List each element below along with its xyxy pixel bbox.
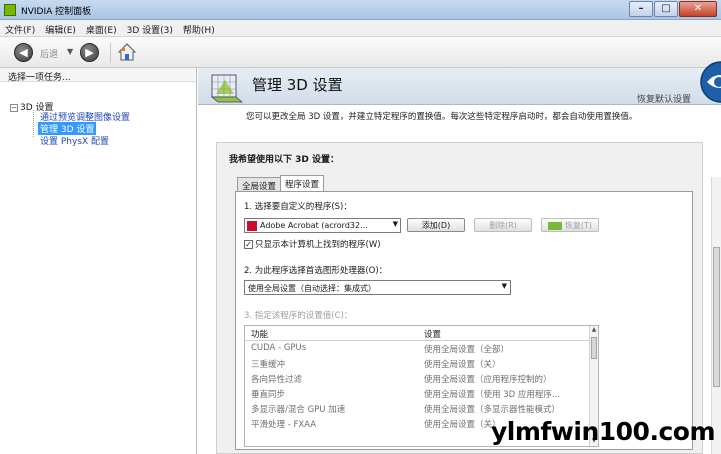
preferred-gpu-select[interactable]: 使用全局设置（自动选择：集成式） ▼ <box>244 280 511 295</box>
step-2-label: 2. 为此程序选择首选图形处理器(O)： <box>244 266 388 276</box>
3d-settings-icon <box>210 74 244 103</box>
feature-cell: 三重缓冲 <box>251 360 286 370</box>
acrobat-icon <box>247 221 257 231</box>
menu-file[interactable]: 文件(F) <box>0 20 40 36</box>
tab-global-settings[interactable]: 全局设置 <box>237 177 282 192</box>
column-header-setting: 设置 <box>424 330 442 340</box>
step-3-label: 3. 指定该程序的设置值(C)： <box>244 311 353 321</box>
toolbar: ◀ 后退 ▼ ▶ <box>0 37 721 68</box>
feature-cell: 平滑处理 - FXAA <box>251 420 317 430</box>
add-program-button[interactable]: 添加(D) <box>407 218 465 232</box>
table-row[interactable]: 多显示器/混合 GPU 加速 使用全局设置（多显示器性能模式） <box>245 401 590 416</box>
chevron-down-icon: ▼ <box>501 282 507 290</box>
menu-desktop[interactable]: 桌面(E) <box>81 20 122 36</box>
minimize-icon: – <box>638 3 644 14</box>
chevron-down-icon: ▼ <box>392 220 398 228</box>
restore-program-button[interactable]: 恢复(T) <box>541 218 599 232</box>
tab-program-settings[interactable]: 程序设置 <box>280 175 325 191</box>
only-found-programs-checkbox[interactable]: ✓ <box>244 240 253 249</box>
table-row[interactable]: 三重缓冲 使用全局设置（关） <box>245 356 590 371</box>
settings-group: 我希望使用以下 3D 设置： 全局设置 程序设置 1. 选择要自定义的程序(S)… <box>216 142 703 454</box>
back-label[interactable]: 后退 <box>40 47 58 60</box>
menu-bar: 文件(F) 编辑(E) 桌面(E) 3D 设置(3) 帮助(H) <box>0 20 721 37</box>
only-found-programs-option[interactable]: ✓ 只显示本计算机上找到的程序(W) <box>244 238 381 250</box>
feature-cell: CUDA - GPUs <box>251 343 307 353</box>
feature-cell: 多显示器/混合 GPU 加速 <box>251 405 346 415</box>
feature-cell: 各向异性过滤 <box>251 375 303 385</box>
setting-cell[interactable]: 使用全局设置（应用程序控制的） <box>424 373 552 385</box>
setting-cell[interactable]: 使用全局设置（全部） <box>424 343 509 355</box>
restore-button-label: 恢复(T) <box>564 221 593 230</box>
maximize-button[interactable]: □ <box>654 1 678 17</box>
table-scrollbar-thumb[interactable] <box>591 337 597 359</box>
minimize-button[interactable]: – <box>629 1 653 17</box>
toolbar-separator <box>110 43 111 63</box>
menu-edit[interactable]: 编辑(E) <box>40 20 81 36</box>
page-scrollbar[interactable] <box>711 177 721 454</box>
content-panel: 管理 3D 设置 恢复默认设置 您可以更改全局 3D 设置，并建立特定程序的置换… <box>198 61 721 454</box>
close-button[interactable]: ✕ <box>679 1 717 17</box>
setting-cell[interactable]: 使用全局设置（关） <box>424 358 501 370</box>
menu-3d-settings[interactable]: 3D 设置(3) <box>122 20 178 36</box>
close-icon: ✕ <box>693 3 703 14</box>
nvidia-app-icon <box>4 4 16 16</box>
remove-program-button[interactable]: 删除(R) <box>474 218 532 232</box>
window-title: NVIDIA 控制面板 <box>21 7 92 17</box>
history-dropdown-icon[interactable]: ▼ <box>67 47 73 56</box>
title-bar: NVIDIA 控制面板 – □ ✕ <box>0 0 721 20</box>
window-controls: – □ ✕ <box>628 1 717 17</box>
setting-cell[interactable]: 使用全局设置（使用 3D 应用程序... <box>424 388 560 400</box>
nvidia-check-icon <box>547 221 562 230</box>
forward-button[interactable]: ▶ <box>80 43 99 62</box>
scroll-up-icon[interactable]: ▲ <box>590 326 598 335</box>
table-row[interactable]: 各向异性过滤 使用全局设置（应用程序控制的） <box>245 371 590 386</box>
setting-cell[interactable]: 使用全局设置（多显示器性能模式） <box>424 403 560 415</box>
back-button[interactable]: ◀ <box>14 43 33 62</box>
menu-help[interactable]: 帮助(H) <box>178 20 220 36</box>
restore-defaults-link[interactable]: 恢复默认设置 <box>637 92 691 105</box>
only-found-programs-label: 只显示本计算机上找到的程序(W) <box>255 240 381 250</box>
page-header: 管理 3D 设置 恢复默认设置 <box>198 61 721 105</box>
page-scrollbar-thumb[interactable] <box>713 247 720 387</box>
program-settings-panel: 1. 选择要自定义的程序(S)： Adobe Acrobat (acrord32… <box>235 191 693 450</box>
table-row[interactable]: CUDA - GPUs 使用全局设置（全部） <box>245 341 590 356</box>
step-1-label: 1. 选择要自定义的程序(S)： <box>244 202 352 212</box>
settings-tabs: 全局设置 程序设置 <box>237 175 325 192</box>
forward-arrow-icon: ▶ <box>85 46 94 59</box>
column-header-feature: 功能 <box>251 330 269 340</box>
program-select-value: Adobe Acrobat (acrord32... <box>260 221 368 230</box>
back-arrow-icon: ◀ <box>19 46 28 59</box>
settings-heading: 我希望使用以下 3D 设置： <box>229 155 340 165</box>
task-navigation-panel: 选择一项任务... −3D 设置 通过预览调整图像设置 管理 3D 设置 设置 … <box>0 68 197 454</box>
home-icon[interactable] <box>117 42 137 62</box>
page-title: 管理 3D 设置 <box>252 76 343 94</box>
task-panel-header: 选择一项任务... <box>0 68 196 83</box>
maximize-icon: □ <box>661 3 671 14</box>
setting-cell[interactable]: 使用全局设置（关） <box>424 418 501 430</box>
page-description: 您可以更改全局 3D 设置，并建立特定程序的置换值。每次这些特定程序启动时，都会… <box>246 112 638 122</box>
tree-connector <box>33 110 34 137</box>
preferred-gpu-value: 使用全局设置（自动选择：集成式） <box>248 284 376 293</box>
nvidia-badge-icon <box>700 61 721 103</box>
feature-cell: 垂直同步 <box>251 390 286 400</box>
program-select[interactable]: Adobe Acrobat (acrord32... ▼ <box>244 218 401 233</box>
tree-item-physx-configuration[interactable]: 设置 PhysX 配置 <box>40 134 109 147</box>
site-watermark: ylmfwin100.com <box>491 417 715 446</box>
table-row[interactable]: 垂直同步 使用全局设置（使用 3D 应用程序... <box>245 386 590 401</box>
collapse-toggle-icon[interactable]: − <box>10 103 18 112</box>
